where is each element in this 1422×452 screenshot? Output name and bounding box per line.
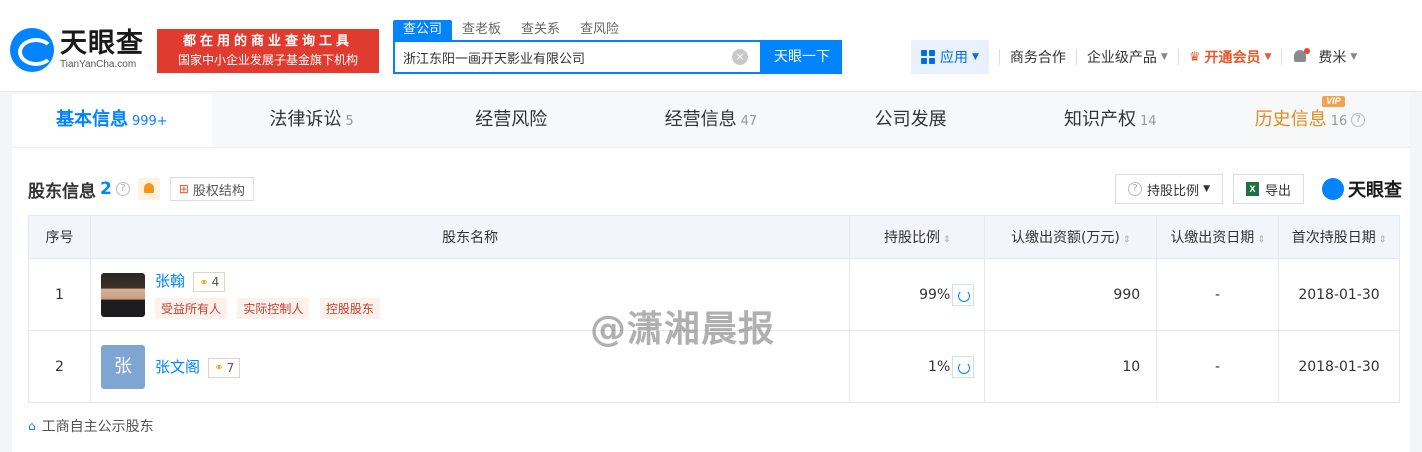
section-count: 2	[100, 179, 112, 199]
sort-icon: ⇕	[1378, 235, 1387, 245]
col-index: 序号	[28, 215, 91, 259]
self-disclosed-shareholders-link[interactable]: ⌂ 工商自主公示股东	[28, 416, 154, 436]
org-chart-icon: ⊞	[178, 182, 189, 196]
nav-business[interactable]: 商务合作	[1010, 47, 1066, 67]
caret-down-icon: ▼	[1160, 52, 1168, 62]
help-icon[interactable]: ?	[115, 182, 130, 196]
relation-count-badge[interactable]: ⚭ 7	[208, 357, 241, 378]
ratio-filter-button[interactable]: ? 持股比例 ▼	[1115, 174, 1223, 204]
avatar[interactable]	[100, 272, 145, 317]
col-percent[interactable]: 持股比例 ⇕	[849, 215, 986, 259]
subscribed-amount: 990	[984, 258, 1158, 331]
nav-enterprise[interactable]: 企业级产品 ▼	[1087, 47, 1168, 67]
detail-tabs: 基本信息 999+ 法律诉讼 5 经营风险 经营信息 47 公司发展 知识产权 14 V…	[12, 94, 1410, 148]
pie-chart-icon[interactable]	[952, 283, 975, 306]
tab-history[interactable]: VIP 历史信息 16?	[1210, 94, 1410, 147]
excel-icon: X	[1245, 182, 1259, 196]
slogan-banner: 都在用的商业查询工具 国家中小企业发展子基金旗下机构	[157, 29, 379, 73]
monitor-bell-icon[interactable]	[137, 178, 160, 200]
site-logo[interactable]: 天眼查 TianYanCha.com	[10, 28, 144, 72]
search-tab-risk[interactable]: 查风险	[570, 20, 629, 40]
equity-structure-button[interactable]: ⊞ 股权结构	[169, 177, 254, 201]
top-header: 天眼查 TianYanCha.com 都在用的商业查询工具 国家中小企业发展子基…	[0, 0, 1422, 92]
search-input[interactable]	[395, 42, 715, 72]
sort-icon: ⇕	[1122, 235, 1131, 245]
search-tab-relation[interactable]: 查关系	[511, 20, 570, 40]
subscribed-amount: 10	[984, 330, 1158, 403]
relation-icon: ⚭	[199, 275, 209, 289]
caret-down-icon: ▼	[972, 52, 979, 62]
tag-controlling-shareholder: 控股股东	[319, 298, 380, 319]
tab-legal[interactable]: 法律诉讼 5	[211, 94, 412, 147]
crown-icon: ♛	[1188, 49, 1201, 65]
brand-logo: 天眼查	[1322, 176, 1402, 202]
col-name: 股东名称	[89, 215, 851, 259]
shareholder-name-link[interactable]: 张翰	[155, 272, 185, 290]
sort-icon: ⇕	[943, 235, 951, 245]
tab-operation[interactable]: 经营信息 47	[611, 94, 811, 147]
search-tab-company[interactable]: 查公司	[393, 20, 453, 40]
nav-vip[interactable]: ♛ 开通会员 ▼	[1189, 47, 1272, 67]
watermark: @潇湘晨报	[590, 309, 776, 350]
search-box: ×	[393, 40, 762, 74]
grid-icon	[921, 50, 935, 64]
share-percent: 1%	[928, 358, 951, 375]
apps-menu[interactable]: 应用 ▼	[911, 40, 989, 74]
subscribe-date: -	[1156, 330, 1280, 403]
top-nav: 应用 ▼ 商务合作 企业级产品 ▼ ♛ 开通会员 ▼ 费米 ▼	[911, 40, 1357, 74]
tab-ip[interactable]: 知识产权 14	[1010, 94, 1211, 147]
tab-risk[interactable]: 经营风险	[411, 94, 612, 147]
shareholder-section-header: 股东信息 2 ? ⊞ 股权结构 ? 持股比例 ▼ X 导出 天眼查	[28, 174, 1402, 204]
subscribe-date: -	[1156, 258, 1280, 331]
col-amount[interactable]: 认缴出资额(万元) ⇕	[984, 215, 1158, 259]
shareholder-name-link[interactable]: 张文阁	[155, 358, 200, 376]
section-title: 股东信息	[28, 181, 96, 202]
share-percent: 99%	[919, 286, 951, 303]
logo-text: 天眼查	[60, 28, 144, 59]
relation-icon: ⚭	[214, 361, 224, 374]
company-detail-card: 基本信息 999+ 法律诉讼 5 经营风险 经营信息 47 公司发展 知识产权 14 V…	[12, 94, 1410, 452]
col-first-date[interactable]: 首次持股日期 ⇕	[1278, 215, 1400, 259]
table-header-row: 序号 股东名称 持股比例 ⇕ 认缴出资额(万元) ⇕ 认缴出资日期 ⇕ 首次持股日期 ⇕	[28, 215, 1400, 259]
logo-eye-icon	[1322, 178, 1344, 200]
export-button[interactable]: X 导出	[1232, 174, 1304, 204]
tab-basic-info[interactable]: 基本信息 999+	[12, 94, 212, 147]
notification-bell-icon[interactable]	[1292, 48, 1311, 66]
search-button[interactable]: 天眼一下	[762, 40, 842, 74]
col-subscribe-date[interactable]: 认缴出资日期 ⇕	[1156, 215, 1280, 259]
search-tab-boss[interactable]: 查老板	[452, 20, 511, 40]
caret-down-icon: ▼	[1264, 52, 1272, 62]
sort-icon: ⇕	[1257, 235, 1265, 245]
search-type-tabs: 查公司 查老板 查关系 查风险	[393, 20, 629, 40]
logo-eye-icon	[10, 28, 54, 72]
caret-down-icon: ▼	[1203, 184, 1210, 194]
tag-controller: 实际控制人	[237, 298, 310, 319]
vip-badge: VIP	[1322, 96, 1345, 107]
help-icon[interactable]: ?	[1351, 113, 1366, 127]
tag-beneficiary: 受益所有人	[154, 298, 227, 319]
relation-count-badge[interactable]: ⚭ 4	[193, 272, 226, 292]
pie-chart-icon[interactable]	[952, 355, 975, 378]
caret-down-icon: ▼	[1350, 52, 1358, 62]
building-icon: ⌂	[28, 419, 36, 433]
avatar[interactable]: 张	[100, 344, 145, 389]
user-menu[interactable]: 费米 ▼	[1318, 47, 1357, 67]
clear-icon[interactable]: ×	[732, 49, 748, 65]
tab-development[interactable]: 公司发展	[810, 94, 1011, 147]
logo-domain: TianYanCha.com	[60, 59, 137, 70]
first-hold-date: 2018-01-30	[1278, 258, 1400, 331]
first-hold-date: 2018-01-30	[1278, 330, 1400, 403]
row-index: 1	[28, 258, 91, 331]
row-index: 2	[28, 330, 91, 403]
help-icon: ?	[1128, 182, 1143, 196]
